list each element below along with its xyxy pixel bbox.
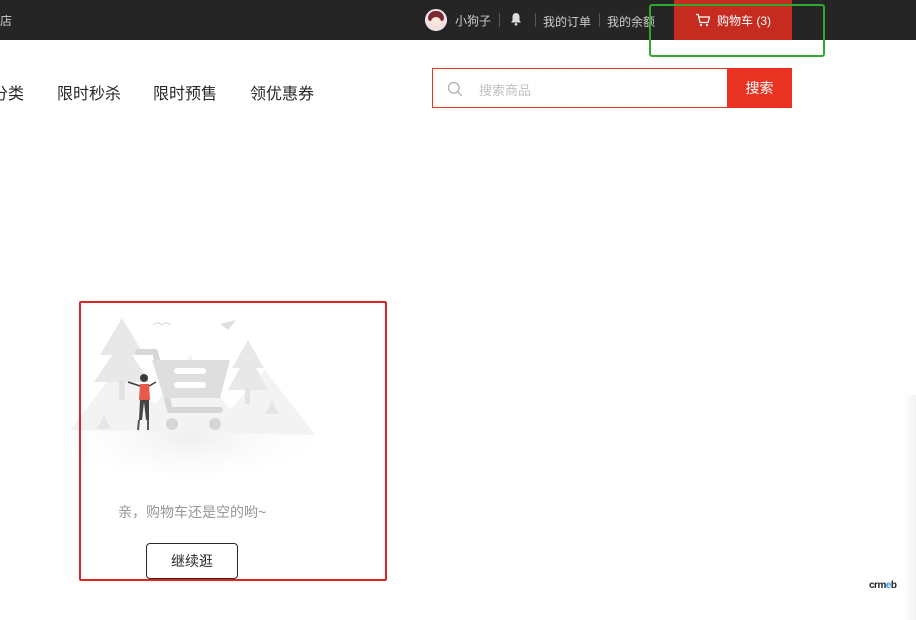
brand-logo: crmeb <box>869 580 897 591</box>
user-menu[interactable]: 小狗子 <box>425 9 491 31</box>
nav-item-flash-sale[interactable]: 限时秒杀 <box>57 80 121 104</box>
search-bar: 搜索 <box>432 68 792 108</box>
divider <box>599 13 600 27</box>
username[interactable]: 小狗子 <box>455 12 491 29</box>
cart-label: 购物车 (3) <box>716 13 771 28</box>
cart-icon <box>695 13 711 27</box>
empty-cart-message: 亲，购物车还是空的哟~ <box>118 504 267 520</box>
divider <box>499 13 500 27</box>
divider <box>535 13 536 27</box>
my-balance-link[interactable]: 我的余额 <box>607 13 655 30</box>
nav-item-coupons[interactable]: 领优惠券 <box>250 80 314 104</box>
nav-item-category[interactable]: 分类 <box>0 80 24 104</box>
search-input[interactable] <box>477 79 721 101</box>
side-panel-edge <box>904 395 916 620</box>
search-button[interactable]: 搜索 <box>727 68 792 108</box>
top-bar: 店 小狗子 我的订单 我的余额 购物车 (3) <box>0 0 916 40</box>
cart-button[interactable]: 购物车 (3) <box>674 0 792 40</box>
continue-shopping-button[interactable]: 继续逛 <box>146 543 238 579</box>
search-box <box>432 68 727 108</box>
user-avatar[interactable] <box>425 9 447 31</box>
nav-item-presale[interactable]: 限时预售 <box>153 80 217 104</box>
search-icon <box>447 81 463 97</box>
my-orders-link[interactable]: 我的订单 <box>543 13 591 30</box>
empty-cart-illustration <box>60 318 322 475</box>
bell-icon[interactable] <box>510 12 522 26</box>
store-link-fragment[interactable]: 店 <box>0 12 12 29</box>
